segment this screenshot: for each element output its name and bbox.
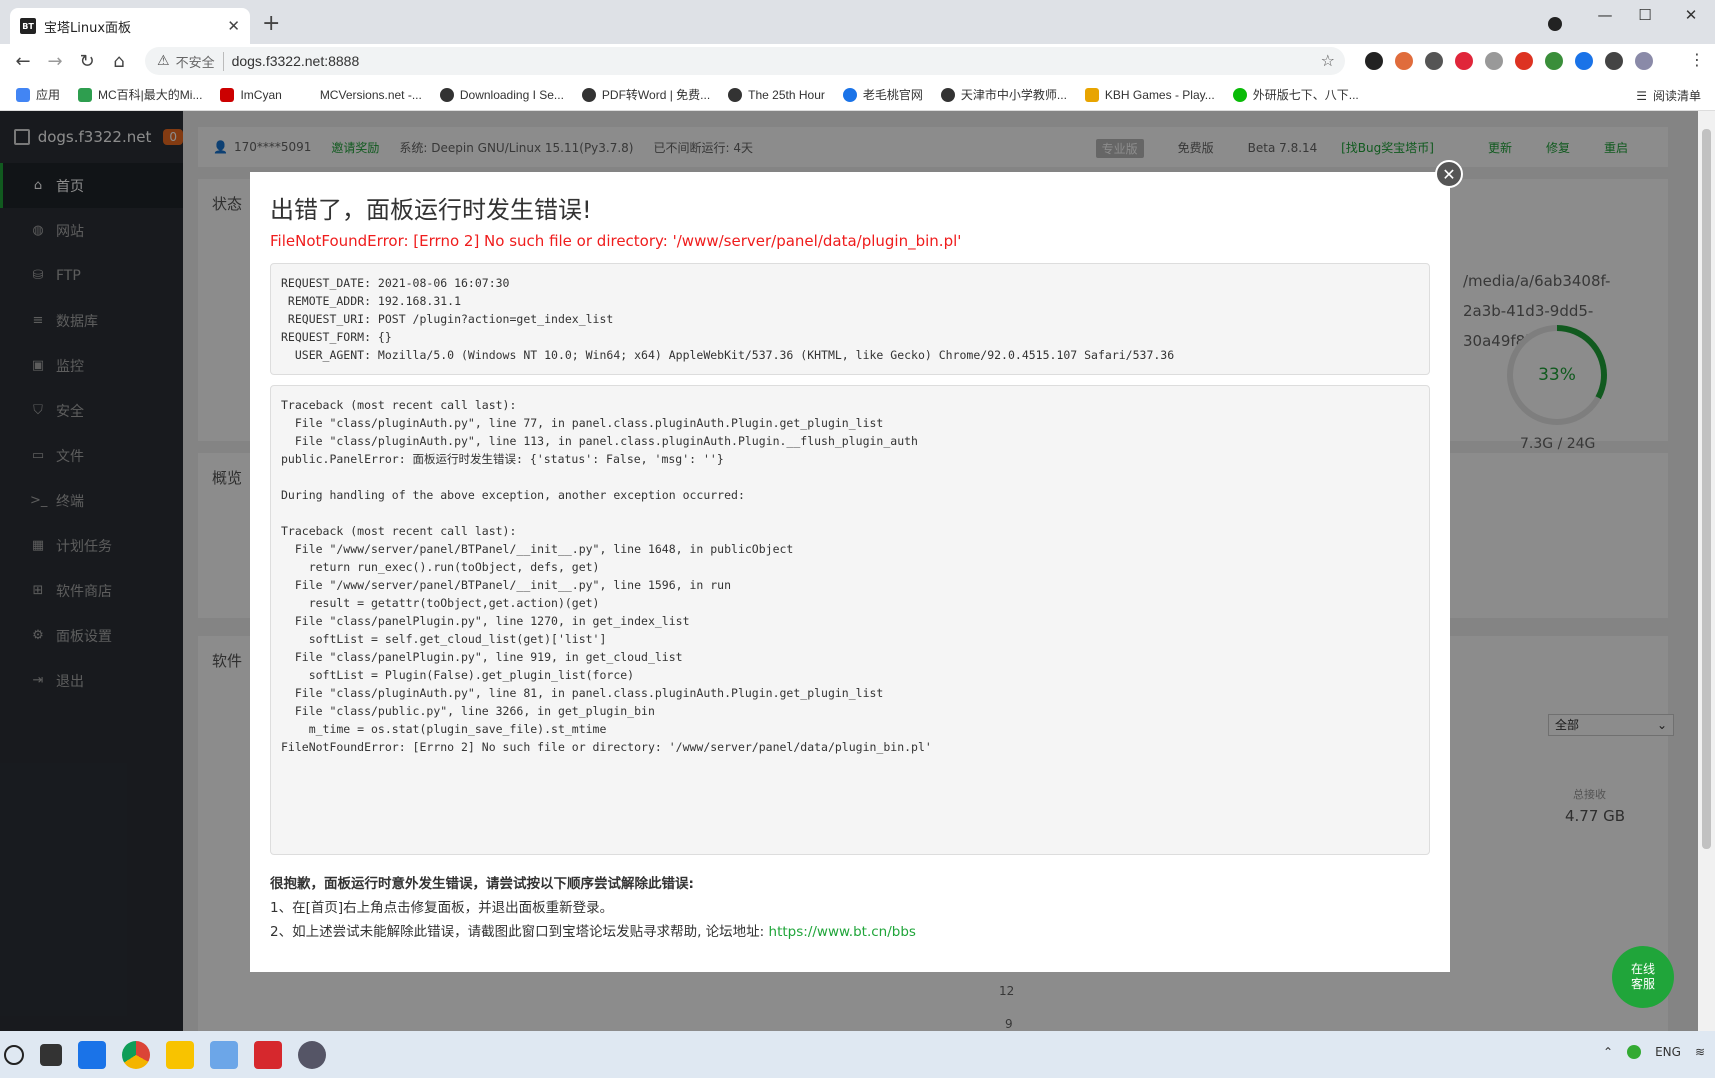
wifi-icon[interactable]: ≋ bbox=[1695, 1045, 1705, 1059]
bookmark-item[interactable]: ImCyan bbox=[220, 87, 282, 102]
task-view-icon[interactable] bbox=[40, 1043, 62, 1066]
extension-video-icon[interactable] bbox=[1515, 52, 1533, 70]
help-step-2: 2、如上述尝试未能解除此错误，请截图此窗口到宝塔论坛发贴寻求帮助, 论坛地址: … bbox=[270, 924, 916, 940]
windows-taskbar: ⌃ ENG ≋ bbox=[0, 1031, 1715, 1078]
browser-tab[interactable]: BT 宝塔Linux面板 ✕ bbox=[10, 8, 250, 44]
profile-avatar-icon[interactable] bbox=[1635, 52, 1653, 70]
help-step-1: 1、在[首页]右上角点击修复面板，并退出面板重新登录。 bbox=[270, 900, 614, 916]
globe-icon bbox=[940, 87, 955, 102]
extension-infinity-icon[interactable] bbox=[1365, 52, 1383, 70]
dialog-close-icon[interactable]: ✕ bbox=[1435, 160, 1463, 188]
minimize-icon[interactable]: — bbox=[1590, 6, 1620, 24]
warning-icon[interactable]: ⚠ bbox=[157, 53, 170, 69]
laomaotao-icon bbox=[842, 87, 857, 102]
mcversions-icon bbox=[299, 87, 314, 102]
browser-tab-strip: BT 宝塔Linux面板 ✕ + — ☐ ✕ bbox=[0, 0, 1715, 44]
bookmark-item[interactable]: MC百科|最大的Mi... bbox=[78, 86, 202, 103]
address-bar[interactable]: ⚠ 不安全 dogs.f3322.net:8888 ☆ bbox=[145, 47, 1345, 75]
chevron-up-icon[interactable]: ⌃ bbox=[1603, 1045, 1613, 1059]
extension-globe-icon[interactable] bbox=[1545, 52, 1563, 70]
extension-monkey-icon[interactable] bbox=[1395, 52, 1413, 70]
extensions-puzzle-icon[interactable] bbox=[1605, 52, 1623, 70]
mcmod-icon bbox=[78, 87, 93, 102]
home-icon[interactable]: ⌂ bbox=[104, 51, 134, 72]
bookmark-item[interactable]: The 25th Hour bbox=[728, 87, 825, 102]
tab-search-icon[interactable] bbox=[1548, 17, 1562, 31]
bt-favicon-icon: BT bbox=[20, 18, 36, 34]
reload-icon[interactable]: ↻ bbox=[72, 51, 102, 72]
ime-icon[interactable] bbox=[1627, 1045, 1642, 1059]
bookmark-item[interactable]: 外研版七下、八下... bbox=[1232, 86, 1359, 103]
error-dialog: 出错了，面板运行时发生错误! FileNotFoundError: [Errno… bbox=[250, 172, 1450, 972]
bookmark-item[interactable]: 应用 bbox=[16, 86, 60, 103]
system-tray: ⌃ ENG ≋ bbox=[1603, 1045, 1705, 1059]
photos-icon[interactable] bbox=[210, 1040, 238, 1069]
help-title: 很抱歉，面板运行时意外发生错误，请尝试按以下顺序尝试解除此错误: bbox=[270, 876, 694, 892]
settings-icon[interactable] bbox=[298, 1040, 326, 1069]
maximize-icon[interactable]: ☐ bbox=[1630, 6, 1660, 24]
language-indicator[interactable]: ENG bbox=[1655, 1045, 1681, 1059]
extension-vpn-icon[interactable] bbox=[1575, 52, 1593, 70]
chrome-icon[interactable] bbox=[122, 1040, 150, 1069]
kbh-icon bbox=[1084, 87, 1099, 102]
search-icon[interactable] bbox=[4, 1044, 24, 1065]
error-title: 出错了，面板运行时发生错误! bbox=[270, 196, 592, 224]
url-text[interactable]: dogs.f3322.net:8888 bbox=[232, 53, 360, 69]
bookmark-item[interactable]: KBH Games - Play... bbox=[1084, 87, 1215, 102]
request-info-box: REQUEST_DATE: 2021-08-06 16:07:30 REMOTE… bbox=[270, 263, 1430, 375]
bookmark-item[interactable]: Downloading I Se... bbox=[439, 87, 564, 102]
extension-shield-icon[interactable] bbox=[1485, 52, 1503, 70]
help-section: 很抱歉，面板运行时意外发生错误，请尝试按以下顺序尝试解除此错误: 1、在[首页]… bbox=[270, 872, 916, 944]
bookmark-item[interactable]: MCVersions.net -... bbox=[299, 87, 422, 102]
back-arrow-icon[interactable]: ← bbox=[8, 51, 38, 72]
widgets-icon[interactable] bbox=[78, 1040, 106, 1069]
reading-list-icon: ☰ bbox=[1636, 88, 1647, 103]
scrollbar-thumb[interactable] bbox=[1702, 129, 1711, 849]
tab-close-icon[interactable]: ✕ bbox=[227, 17, 240, 35]
wechat-icon bbox=[1232, 87, 1247, 102]
explorer-icon[interactable] bbox=[166, 1040, 194, 1069]
browser-toolbar: ← → ↻ ⌂ ⚠ 不安全 dogs.f3322.net:8888 ☆ ⋮ bbox=[0, 44, 1715, 79]
extension-icons bbox=[1365, 52, 1653, 70]
insecure-label: 不安全 bbox=[176, 51, 224, 71]
bookmarks-bar: 应用 MC百科|最大的Mi... ImCyan MCVersions.net -… bbox=[0, 79, 1715, 111]
bookmark-item[interactable]: PDF转Word | 免费... bbox=[581, 86, 710, 103]
error-subtitle: FileNotFoundError: [Errno 2] No such fil… bbox=[270, 232, 962, 250]
bookmark-item[interactable]: 老毛桃官网 bbox=[842, 86, 923, 103]
imcyan-icon bbox=[220, 87, 235, 102]
reading-list-button[interactable]: ☰ 阅读清单 bbox=[1636, 87, 1701, 104]
tab-title: 宝塔Linux面板 bbox=[44, 20, 132, 36]
study-app-icon[interactable] bbox=[254, 1040, 282, 1069]
extension-block-icon[interactable] bbox=[1455, 52, 1473, 70]
window-close-icon[interactable]: ✕ bbox=[1676, 6, 1706, 24]
bookmark-star-icon[interactable]: ☆ bbox=[1321, 51, 1335, 70]
forum-link[interactable]: https://www.bt.cn/bbs bbox=[769, 924, 916, 940]
page-scrollbar[interactable] bbox=[1698, 111, 1715, 1031]
new-tab-plus-icon[interactable]: + bbox=[262, 11, 280, 36]
bookmark-item[interactable]: 天津市中小学教师... bbox=[940, 86, 1067, 103]
online-service-button[interactable]: 在线 客服 bbox=[1612, 946, 1674, 1008]
extension-translate-icon[interactable] bbox=[1425, 52, 1443, 70]
browser-menu-icon[interactable]: ⋮ bbox=[1689, 50, 1705, 69]
globe-icon bbox=[439, 87, 454, 102]
globe-icon bbox=[581, 87, 596, 102]
globe-icon bbox=[728, 87, 743, 102]
apps-grid-icon bbox=[16, 87, 30, 102]
traceback-box: Traceback (most recent call last): File … bbox=[270, 385, 1430, 855]
forward-arrow-icon[interactable]: → bbox=[40, 51, 70, 72]
